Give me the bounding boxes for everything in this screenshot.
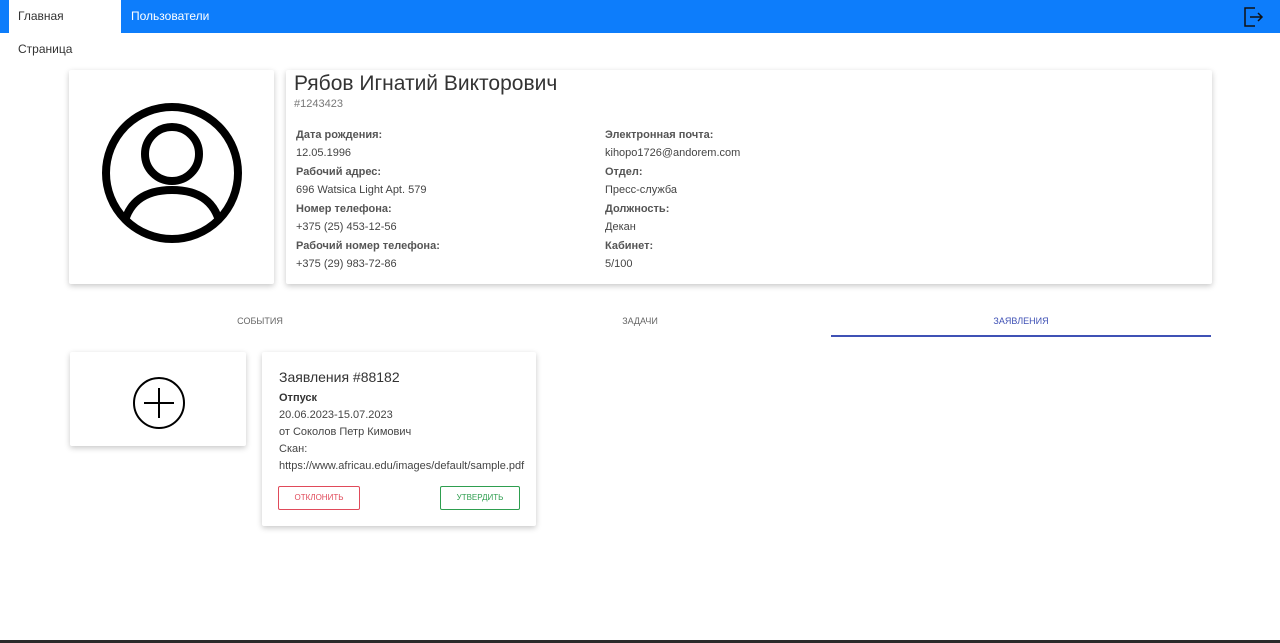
avatar-card — [69, 70, 274, 284]
work-address-field: Рабочий адрес: 696 Watsica Light Apt. 57… — [296, 165, 426, 197]
profile-name: Рябов Игнатий Викторович — [294, 72, 558, 95]
scan-link[interactable]: https://www.africau.edu/images/default/s… — [279, 460, 524, 472]
nav-home-link[interactable]: Главная Страница — [9, 0, 121, 56]
birth-date-label: Дата рождения: — [296, 129, 383, 141]
work-address-label: Рабочий адрес: — [296, 166, 382, 178]
work-address-value: 696 Watsica Light Apt. 579 — [296, 184, 427, 196]
office-field: Кабинет: 5/100 — [605, 239, 653, 271]
logout-icon[interactable] — [1242, 6, 1264, 28]
request-author: от Соколов Петр Кимович — [279, 426, 412, 438]
office-value: 5/100 — [605, 258, 633, 270]
plus-circle-icon — [133, 377, 185, 429]
user-circle-icon — [102, 103, 242, 243]
tab-events[interactable]: События — [70, 306, 450, 337]
position-field: Должность: Декан — [605, 202, 669, 234]
birth-date-field: Дата рождения: 12.05.1996 — [296, 128, 382, 160]
add-request-card[interactable] — [70, 352, 246, 446]
department-label: Отдел: — [605, 166, 643, 178]
scan-label: Скан: — [279, 443, 308, 455]
request-title: Заявления #88182 — [279, 369, 400, 385]
work-phone-value: +375 (29) 983-72-86 — [296, 258, 397, 270]
request-card: Заявления #88182 Отпуск 20.06.2023-15.07… — [262, 352, 536, 526]
work-phone-label: Рабочий номер телефона: — [296, 240, 440, 252]
email-label: Электронная почта: — [605, 129, 714, 141]
email-field: Электронная почта: kihopo1726@andorem.co… — [605, 128, 740, 160]
office-label: Кабинет: — [605, 240, 654, 252]
work-phone-field: Рабочий номер телефона: +375 (29) 983-72… — [296, 239, 440, 271]
tab-tasks[interactable]: Задачи — [450, 306, 830, 337]
phone-label: Номер телефона: — [296, 203, 392, 215]
profile-id: #1243423 — [294, 98, 343, 110]
email-value: kihopo1726@andorem.com — [605, 147, 741, 159]
top-navbar: Главная Страница Пользователи — [0, 0, 1280, 56]
approve-button[interactable]: Утвердить — [440, 486, 520, 510]
position-label: Должность: — [605, 203, 670, 215]
department-value: Пресс-служба — [605, 184, 677, 196]
nav-users-link[interactable]: Пользователи — [122, 0, 218, 33]
department-field: Отдел: Пресс-служба — [605, 165, 677, 197]
profile-info-card: Рябов Игнатий Викторович #1243423 Дата р… — [286, 70, 1212, 284]
request-dates: 20.06.2023-15.07.2023 — [279, 409, 393, 421]
phone-field: Номер телефона: +375 (25) 453-12-56 — [296, 202, 397, 234]
birth-date-value: 12.05.1996 — [296, 147, 352, 159]
reject-button[interactable]: Отклонить — [278, 486, 360, 510]
position-value: Декан — [605, 221, 636, 233]
tabs-bar: События Задачи Заявления — [70, 306, 1211, 337]
tab-requests[interactable]: Заявления — [831, 306, 1211, 337]
phone-value: +375 (25) 453-12-56 — [296, 221, 397, 233]
request-type: Отпуск — [279, 392, 318, 404]
